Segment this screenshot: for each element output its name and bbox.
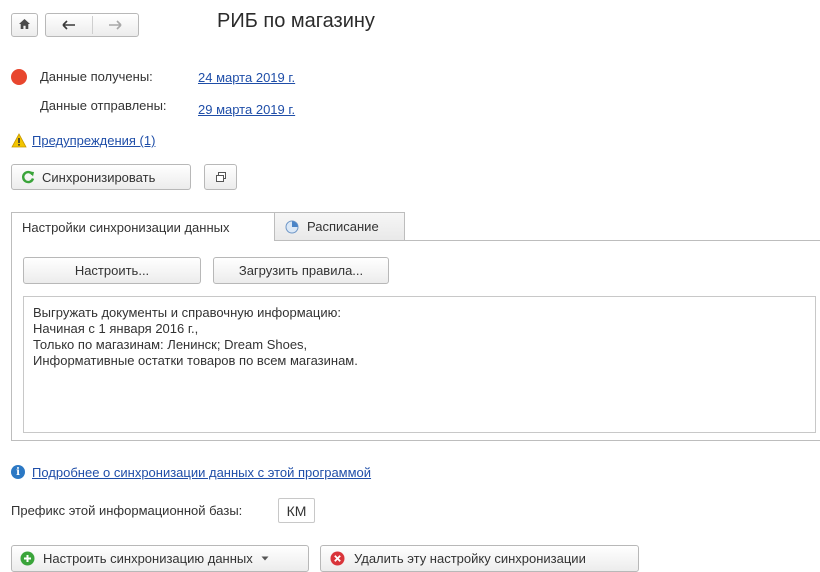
tab-schedule[interactable]: Расписание [275,212,405,241]
synchronize-button[interactable]: Синхронизировать [11,164,191,190]
arrow-right-icon[interactable] [100,20,130,30]
load-rules-button[interactable]: Загрузить правила... [213,257,389,284]
open-in-window-button[interactable] [204,164,237,190]
status-indicator-dot [11,69,27,85]
description-line: Только по магазинам: Ленинск; Dream Shoe… [33,337,308,352]
warning-icon [11,133,27,151]
setup-data-sync-button[interactable]: Настроить синхронизацию данных [11,545,309,572]
nav-separator [91,16,93,34]
tab-schedule-label: Расписание [307,219,379,234]
open-window-icon [215,171,227,183]
setup-data-sync-label: Настроить синхронизацию данных [43,551,253,566]
home-button[interactable] [11,13,38,37]
tab-sync-settings-label: Настройки синхронизации данных [22,219,230,235]
clock-icon [285,220,299,234]
tab-sync-settings[interactable]: Настройки синхронизации данных [11,212,275,241]
configure-button[interactable]: Настроить... [23,257,201,284]
chevron-down-icon [261,556,269,561]
configure-label: Настроить... [74,263,150,278]
received-date-link[interactable]: 24 марта 2019 г. [198,70,295,85]
history-nav-group [45,13,139,37]
page-title: РИБ по магазину [217,10,375,32]
load-rules-label: Загрузить правила... [238,263,364,278]
sync-settings-description: Выгружать документы и справочную информа… [23,296,816,433]
prefix-field[interactable] [278,498,315,523]
synchronize-label: Синхронизировать [42,169,156,185]
sent-label: Данные отправлены: [40,98,167,113]
delete-sync-setting-button[interactable]: Удалить эту настройку синхронизации [320,545,639,572]
add-circle-icon [20,551,35,566]
description-line: Информативные остатки товаров по всем ма… [33,353,358,368]
warnings-link[interactable]: Предупреждения (1) [32,133,155,148]
more-info-link[interactable]: Подробнее о синхронизации данных с этой … [32,465,371,480]
sent-date-link[interactable]: 29 марта 2019 г. [198,102,295,117]
tab-panel-sync-settings: Настроить... Загрузить правила... Выгруж… [11,240,820,441]
home-icon [18,18,31,33]
prefix-label: Префикс этой информационной базы: [11,503,243,518]
arrow-left-icon[interactable] [54,20,84,30]
received-label: Данные получены: [40,69,153,84]
sync-refresh-icon [21,170,35,184]
delete-sync-setting-label: Удалить эту настройку синхронизации [354,551,586,566]
delete-icon [330,551,345,566]
description-line: Начиная с 1 января 2016 г., [33,321,199,336]
info-icon: i [11,465,25,479]
description-line: Выгружать документы и справочную информа… [33,305,341,320]
